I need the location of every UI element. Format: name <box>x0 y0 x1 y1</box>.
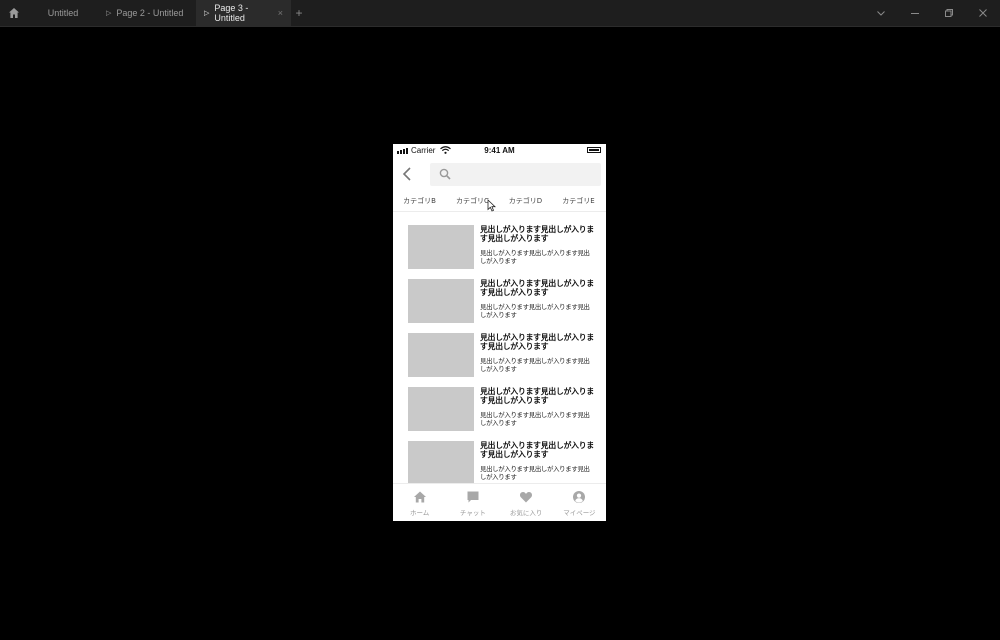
list-item[interactable]: 見出しが入ります見出しが入ります見出しが入ります 見出しが入ります見出しが入りま… <box>393 387 606 441</box>
thumbnail-placeholder <box>408 333 474 377</box>
phone-preview: Carrier 9:41 AM カテゴリB カテゴリC カテゴリD カテゴリE … <box>393 144 606 521</box>
item-body: 見出しが入ります見出しが入ります見出しが入ります <box>480 303 590 319</box>
play-icon: ▷ <box>106 10 112 17</box>
category-tab-b[interactable]: カテゴリB <box>393 196 446 206</box>
tab-page-2[interactable]: ▷ Page 2 - Untitled <box>98 0 196 26</box>
home-tab[interactable] <box>0 0 28 26</box>
item-body: 見出しが入ります見出しが入ります見出しが入ります <box>480 249 590 265</box>
restore-button[interactable] <box>932 0 966 26</box>
thumbnail-placeholder <box>408 441 474 485</box>
home-icon <box>413 491 426 503</box>
tab-untitled[interactable]: Untitled <box>28 0 98 26</box>
tab-home[interactable]: ホーム <box>393 484 446 521</box>
chat-icon <box>467 491 479 503</box>
tab-label: お気に入り <box>509 509 543 517</box>
search-input[interactable] <box>430 163 601 186</box>
item-title: 見出しが入ります見出しが入ります見出しが入ります <box>480 387 594 405</box>
close-tab-icon[interactable]: × <box>278 8 283 18</box>
tab-favorites[interactable]: お気に入り <box>500 484 553 521</box>
tab-label: ホーム <box>409 509 430 517</box>
item-body: 見出しが入ります見出しが入ります見出しが入ります <box>480 411 590 427</box>
category-tabs: カテゴリB カテゴリC カテゴリD カテゴリE <box>393 190 606 212</box>
thumbnail-placeholder <box>408 225 474 269</box>
item-title: 見出しが入ります見出しが入ります見出しが入ります <box>480 333 594 351</box>
tab-label: マイページ <box>563 509 596 517</box>
article-list: 見出しが入ります見出しが入ります見出しが入ります 見出しが入ります見出しが入りま… <box>393 225 606 495</box>
tab-chat[interactable]: チャット <box>446 484 499 521</box>
status-bar: Carrier 9:41 AM <box>393 144 606 158</box>
tab-mypage[interactable]: マイページ <box>553 484 606 521</box>
tab-label: Untitled <box>47 8 79 18</box>
home-icon <box>9 8 19 18</box>
tab-label: Page 2 - Untitled <box>116 8 184 18</box>
nav-bar <box>393 158 606 190</box>
item-title: 見出しが入ります見出しが入ります見出しが入ります <box>480 225 594 243</box>
heart-icon <box>520 491 533 503</box>
mouse-cursor-icon <box>487 199 496 212</box>
window-controls <box>864 0 1000 26</box>
tab-label: チャット <box>459 509 486 517</box>
item-title: 見出しが入ります見出しが入ります見出しが入ります <box>480 279 594 297</box>
category-tab-d[interactable]: カテゴリD <box>499 196 552 206</box>
new-tab-button[interactable]: + <box>291 0 307 26</box>
tab-label: Page 3 - Untitled <box>214 3 249 23</box>
status-time: 9:41 AM <box>484 146 515 155</box>
item-title: 見出しが入ります見出しが入ります見出しが入ります <box>480 441 594 459</box>
list-item[interactable]: 見出しが入ります見出しが入ります見出しが入ります 見出しが入ります見出しが入りま… <box>393 333 606 387</box>
item-body: 見出しが入ります見出しが入ります見出しが入ります <box>480 465 590 481</box>
close-icon <box>979 9 987 17</box>
thumbnail-placeholder <box>408 387 474 431</box>
title-bar: Untitled ▷ Page 2 - Untitled ▷ Page 3 - … <box>0 0 1000 27</box>
restore-icon <box>945 9 953 17</box>
list-item[interactable]: 見出しが入ります見出しが入ります見出しが入ります 見出しが入ります見出しが入りま… <box>393 225 606 279</box>
tabs-menu-button[interactable] <box>864 0 898 26</box>
list-item[interactable]: 見出しが入ります見出しが入ります見出しが入ります 見出しが入ります見出しが入りま… <box>393 279 606 333</box>
back-chevron-icon[interactable] <box>401 166 413 182</box>
close-window-button[interactable] <box>966 0 1000 26</box>
bottom-tab-bar: ホーム チャット お気に入り マイページ <box>393 483 606 521</box>
chevron-down-icon <box>877 11 885 16</box>
minimize-icon <box>911 13 919 14</box>
minimize-button[interactable] <box>898 0 932 26</box>
thumbnail-placeholder <box>408 279 474 323</box>
search-icon <box>439 168 451 180</box>
battery-icon <box>587 147 601 153</box>
category-tab-e[interactable]: カテゴリE <box>552 196 605 206</box>
tab-page-3[interactable]: ▷ Page 3 - Untitled × <box>196 0 291 26</box>
item-body: 見出しが入ります見出しが入ります見出しが入ります <box>480 357 590 373</box>
user-icon <box>573 491 586 503</box>
play-icon: ▷ <box>204 10 210 17</box>
